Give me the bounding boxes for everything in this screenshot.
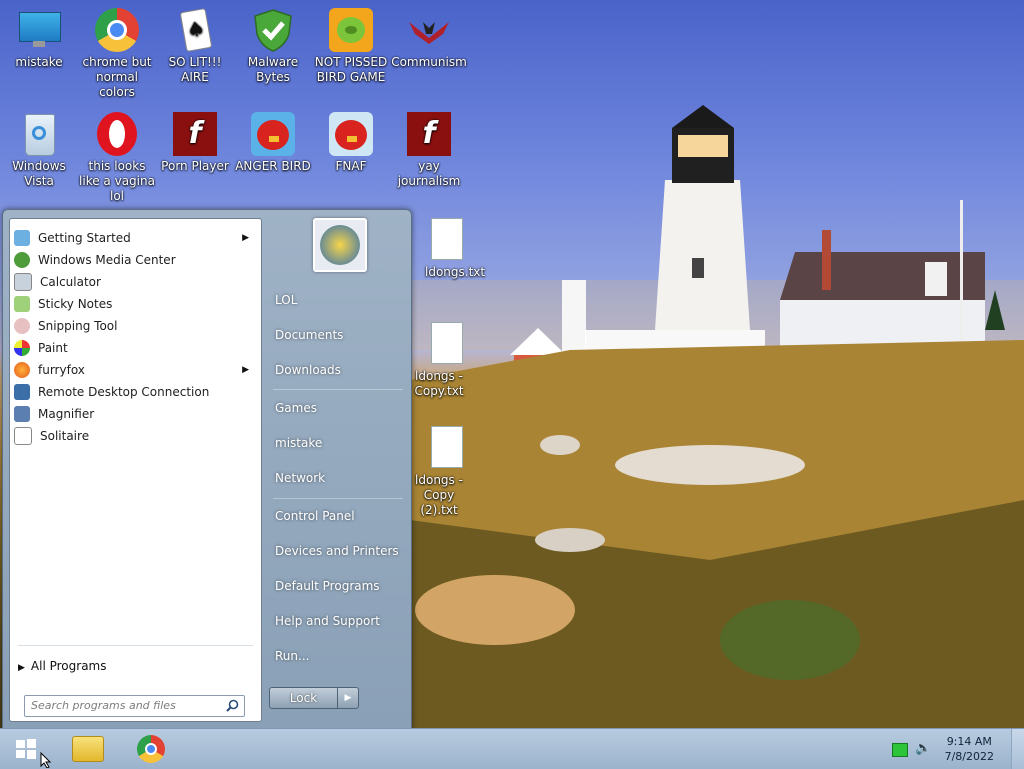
recycle-bin-icon	[17, 112, 61, 156]
program-remote-desktop[interactable]: Remote Desktop Connection	[14, 381, 257, 403]
link-run[interactable]: Run...	[275, 649, 309, 663]
desktop-icon-journalism[interactable]: f yay journalism	[389, 112, 469, 189]
start-button[interactable]	[8, 733, 44, 765]
lighthouse-scene	[410, 0, 1024, 728]
arrow-right-icon: ▶	[18, 663, 25, 673]
flash-icon: f	[173, 112, 217, 156]
separator	[18, 645, 253, 646]
clock[interactable]: 9:14 AM 7/8/2022	[945, 734, 994, 764]
link-documents[interactable]: Documents	[275, 328, 343, 342]
playing-card-icon: ♠	[173, 8, 217, 52]
separator	[273, 389, 403, 390]
lock-options-arrow-icon[interactable]: ▶	[337, 688, 358, 708]
text-file-icon	[407, 322, 463, 366]
link-network[interactable]: Network	[275, 471, 325, 485]
start-menu-links-pane: LOL Documents Downloads Games mistake Ne…	[265, 210, 411, 728]
angry-bird-icon	[251, 112, 295, 156]
chrome-icon	[95, 8, 139, 52]
desktop-icon-recycle-bin[interactable]: Windows Vista	[0, 112, 79, 189]
chrome-icon	[137, 735, 165, 763]
text-file-icon	[407, 218, 463, 262]
search-icon	[226, 699, 239, 712]
separator	[273, 498, 403, 499]
program-solitaire[interactable]: Solitaire	[14, 425, 257, 447]
text-file-icon	[407, 426, 463, 470]
start-menu-programs-pane: Getting Started ▶ Windows Media Center C…	[9, 218, 262, 722]
link-default-programs[interactable]: Default Programs	[275, 579, 380, 593]
link-help-and-support[interactable]: Help and Support	[275, 614, 380, 628]
lock-button[interactable]: Lock ▶	[269, 687, 359, 709]
desktop-icon-flash-player[interactable]: f Porn Player	[155, 112, 235, 174]
desktop-icon-fnaf[interactable]: FNAF	[311, 112, 391, 174]
search-input[interactable]: Search programs and files	[24, 695, 245, 717]
program-windows-media-center[interactable]: Windows Media Center	[14, 249, 257, 271]
getting-started-icon	[14, 230, 30, 246]
program-sticky-notes[interactable]: Sticky Notes	[14, 293, 257, 315]
program-calculator[interactable]: Calculator	[14, 271, 257, 293]
desktop-icon-chrome[interactable]: chrome but normal colors	[77, 8, 157, 100]
folder-icon	[72, 736, 104, 762]
calculator-icon	[14, 273, 32, 291]
desktop-icon-malwarebytes[interactable]: Malware Bytes	[233, 8, 313, 85]
link-control-panel[interactable]: Control Panel	[275, 509, 355, 523]
program-paint[interactable]: Paint	[14, 337, 257, 359]
desktop-icon-anger-bird[interactable]: ANGER BIRD	[233, 112, 313, 174]
taskbar-chrome[interactable]	[133, 733, 169, 765]
emblem-icon	[407, 8, 451, 52]
desktop-icon-solitaire[interactable]: ♠ SO LIT!!! AIRE	[155, 8, 235, 85]
program-getting-started[interactable]: Getting Started ▶	[14, 227, 257, 249]
program-magnifier[interactable]: Magnifier	[14, 403, 257, 425]
clock-date: 7/8/2022	[944, 750, 994, 763]
magnifier-icon	[14, 406, 30, 422]
submenu-arrow-icon: ▶	[242, 365, 249, 375]
link-user-folder[interactable]: LOL	[275, 293, 297, 307]
playing-card-icon	[14, 427, 32, 445]
shield-icon	[251, 8, 295, 52]
all-programs-button[interactable]: ▶ All Programs	[18, 659, 107, 673]
network-icon[interactable]	[892, 743, 908, 757]
angry-bird-icon	[329, 112, 373, 156]
firefox-icon	[14, 362, 30, 378]
desktop: mistake chrome but normal colors ♠ SO LI…	[0, 0, 1024, 728]
remote-desktop-icon	[14, 384, 30, 400]
opera-icon	[95, 112, 139, 156]
scissors-icon	[14, 318, 30, 334]
sticky-notes-icon	[14, 296, 30, 312]
link-games[interactable]: Games	[275, 401, 317, 415]
link-devices-and-printers[interactable]: Devices and Printers	[275, 544, 399, 558]
link-downloads[interactable]: Downloads	[275, 363, 341, 377]
clock-time: 9:14 AM	[946, 735, 992, 748]
desktop-icon-bad-piggies[interactable]: NOT PISSED BIRD GAME	[311, 8, 391, 85]
volume-icon[interactable]: 🔈	[915, 741, 931, 756]
start-menu: Getting Started ▶ Windows Media Center C…	[2, 209, 412, 728]
mouse-cursor-icon	[40, 752, 52, 768]
program-snipping-tool[interactable]: Snipping Tool	[14, 315, 257, 337]
monitor-icon	[17, 8, 61, 52]
taskbar: 🔈 9:14 AM 7/8/2022	[0, 728, 1024, 769]
desktop-icon-mistake[interactable]: mistake	[0, 8, 79, 70]
program-furryfox[interactable]: furryfox ▶	[14, 359, 257, 381]
desktop-icon-communism[interactable]: Communism	[389, 8, 469, 70]
flash-icon: f	[407, 112, 451, 156]
show-desktop-button[interactable]	[1011, 729, 1024, 769]
taskbar-explorer[interactable]	[70, 733, 106, 765]
desktop-icon-opera[interactable]: this looks like a vagina lol	[77, 112, 157, 204]
paint-palette-icon	[14, 340, 30, 356]
media-center-icon	[14, 252, 30, 268]
link-mistake[interactable]: mistake	[275, 436, 322, 450]
user-avatar[interactable]	[313, 218, 367, 272]
windows-logo-icon	[16, 739, 36, 759]
pig-icon	[329, 8, 373, 52]
submenu-arrow-icon: ▶	[242, 233, 249, 243]
